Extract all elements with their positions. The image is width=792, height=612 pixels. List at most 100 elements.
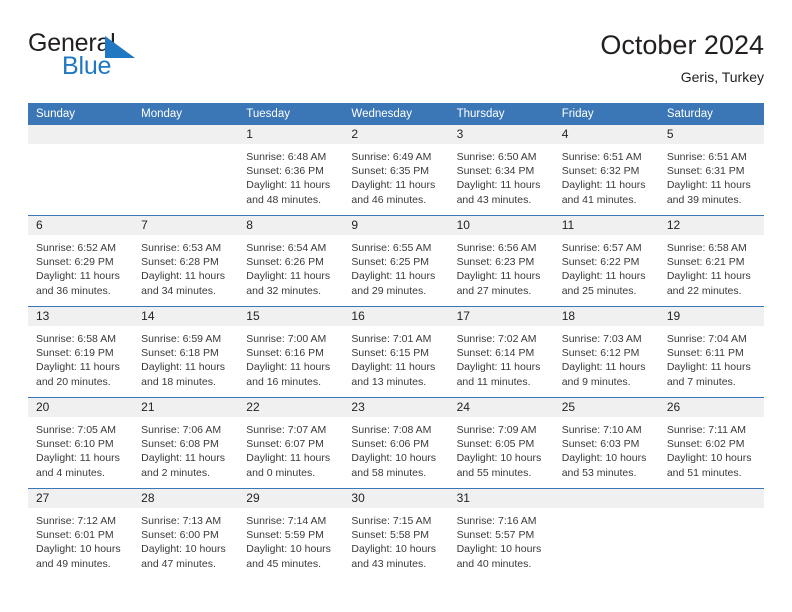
calendar-day-cell[interactable]: 31 Sunrise: 7:16 AM Sunset: 5:57 PM Dayligh…	[448, 489, 554, 581]
day-number: 1	[238, 125, 344, 144]
day-details: Sunrise: 6:51 AM Sunset: 6:31 PM Daylight:…	[659, 144, 764, 207]
calendar-day-cell[interactable]: 28 Sunrise: 7:13 AM Sunset: 6:00 PM Dayligh…	[133, 489, 239, 581]
sunrise-text: Sunrise: 6:51 AM	[666, 151, 747, 163]
sunrise-text: Sunrise: 7:04 AM	[666, 333, 747, 345]
day-details: Sunrise: 7:09 AM Sunset: 6:05 PM Daylight:…	[449, 417, 554, 480]
sunset-text: Sunset: 6:35 PM	[351, 165, 430, 178]
calendar-day-cell[interactable]: 1 Sunrise: 6:48 AM Sunset: 6:36 PM Daylight…	[238, 125, 344, 215]
calendar-week-row: 20 Sunrise: 7:05 AM Sunset: 6:10 PM Dayligh…	[28, 397, 764, 488]
sunset-text: Sunset: 6:21 PM	[666, 256, 745, 269]
day-number: 10	[448, 216, 554, 235]
day-details: Sunrise: 7:04 AM Sunset: 6:11 PM Daylight:…	[659, 326, 764, 389]
daylight-text-line2: and 51 minutes.	[666, 466, 742, 479]
daylight-text-line1: Daylight: 11 hours	[351, 179, 436, 192]
sunrise-text: Sunrise: 7:11 AM	[666, 424, 747, 436]
calendar-day-cell[interactable]: 12 Sunrise: 6:58 AM Sunset: 6:21 PM Dayligh…	[658, 216, 764, 306]
calendar-day-cell[interactable]: 23 Sunrise: 7:08 AM Sunset: 6:06 PM Dayligh…	[343, 398, 449, 488]
calendar-day-cell[interactable]: 3 Sunrise: 6:50 AM Sunset: 6:34 PM Daylight…	[448, 125, 554, 215]
day-number	[553, 489, 659, 508]
sunset-text: Sunset: 6:31 PM	[666, 165, 745, 178]
calendar-day-cell[interactable]: 19 Sunrise: 7:04 AM Sunset: 6:11 PM Dayligh…	[658, 307, 764, 397]
sunrise-text: Sunrise: 7:03 AM	[561, 333, 642, 345]
day-details: Sunrise: 7:06 AM Sunset: 6:08 PM Daylight:…	[133, 417, 238, 480]
sunset-text: Sunset: 5:59 PM	[246, 529, 324, 542]
sunset-text: Sunset: 6:26 PM	[246, 256, 324, 269]
daylight-text-line2: and 4 minutes.	[36, 466, 105, 479]
calendar-day-cell[interactable]: 11 Sunrise: 6:57 AM Sunset: 6:22 PM Dayligh…	[553, 216, 659, 306]
day-number: 27	[28, 489, 134, 508]
day-number: 16	[343, 307, 449, 326]
calendar-day-cell[interactable]: 14 Sunrise: 6:59 AM Sunset: 6:18 PM Dayligh…	[133, 307, 239, 397]
day-number: 6	[28, 216, 134, 235]
calendar-day-cell[interactable]: 16 Sunrise: 7:01 AM Sunset: 6:15 PM Dayligh…	[343, 307, 449, 397]
brand-logo[interactable]: General Blue	[28, 30, 258, 90]
title-block: October 2024 Geris, Turkey	[600, 28, 764, 86]
calendar-day-cell[interactable]: 5 Sunrise: 6:51 AM Sunset: 6:31 PM Daylight…	[658, 125, 764, 215]
calendar-day-cell[interactable]: 27 Sunrise: 7:12 AM Sunset: 6:01 PM Dayligh…	[28, 489, 134, 581]
calendar-day-cell[interactable]: 10 Sunrise: 6:56 AM Sunset: 6:23 PM Dayligh…	[448, 216, 554, 306]
daylight-text-line1: Daylight: 11 hours	[246, 179, 331, 192]
sunset-text: Sunset: 6:18 PM	[141, 347, 219, 360]
calendar-day-cell[interactable]: 22 Sunrise: 7:07 AM Sunset: 6:07 PM Dayligh…	[238, 398, 344, 488]
calendar-day-cell[interactable]: 4 Sunrise: 6:51 AM Sunset: 6:32 PM Daylight…	[553, 125, 659, 215]
calendar-day-cell[interactable]: 18 Sunrise: 7:03 AM Sunset: 6:12 PM Dayligh…	[553, 307, 659, 397]
calendar-day-cell[interactable]: 7 Sunrise: 6:53 AM Sunset: 6:28 PM Daylight…	[133, 216, 239, 306]
sunrise-text: Sunrise: 7:14 AM	[246, 515, 327, 527]
daylight-text-line2: and 25 minutes.	[561, 284, 637, 297]
brand-name-blue: Blue	[62, 52, 112, 80]
sunset-text: Sunset: 6:07 PM	[246, 438, 324, 451]
day-number: 19	[658, 307, 764, 326]
sunrise-text: Sunrise: 7:05 AM	[36, 424, 116, 436]
sunrise-text: Sunrise: 7:06 AM	[141, 424, 222, 436]
daylight-text-line1: Daylight: 11 hours	[666, 179, 751, 192]
daylight-text-line1: Daylight: 10 hours	[456, 543, 542, 556]
calendar-day-cell[interactable]: 6 Sunrise: 6:52 AM Sunset: 6:29 PM Daylight…	[28, 216, 134, 306]
calendar-day-cell[interactable]: 2 Sunrise: 6:49 AM Sunset: 6:35 PM Daylight…	[343, 125, 449, 215]
day-number: 21	[133, 398, 239, 417]
day-details: Sunrise: 6:59 AM Sunset: 6:18 PM Daylight:…	[133, 326, 238, 389]
calendar-day-cell[interactable]: 26 Sunrise: 7:11 AM Sunset: 6:02 PM Dayligh…	[658, 398, 764, 488]
daylight-text-line2: and 48 minutes.	[246, 193, 321, 206]
page-header: General Blue October 2024 Geris, Turkey	[28, 30, 764, 92]
sunset-text: Sunset: 6:15 PM	[351, 347, 430, 360]
day-details: Sunrise: 6:55 AM Sunset: 6:25 PM Daylight:…	[343, 235, 448, 298]
day-details: Sunrise: 6:48 AM Sunset: 6:36 PM Daylight:…	[238, 144, 343, 207]
sunrise-text: Sunrise: 7:07 AM	[246, 424, 327, 436]
daylight-text-line2: and 20 minutes.	[36, 375, 111, 388]
calendar-day-cell[interactable]: 13 Sunrise: 6:58 AM Sunset: 6:19 PM Dayligh…	[28, 307, 134, 397]
sunset-text: Sunset: 6:08 PM	[141, 438, 219, 451]
day-details: Sunrise: 6:53 AM Sunset: 6:28 PM Daylight:…	[133, 235, 238, 298]
day-details: Sunrise: 7:02 AM Sunset: 6:14 PM Daylight:…	[449, 326, 554, 389]
sunset-text: Sunset: 6:16 PM	[246, 347, 324, 360]
weekday-friday: Friday	[561, 108, 594, 120]
day-details: Sunrise: 6:58 AM Sunset: 6:19 PM Daylight:…	[28, 326, 133, 389]
day-number: 30	[343, 489, 449, 508]
day-number	[658, 489, 764, 508]
calendar-day-cell[interactable]: 29 Sunrise: 7:14 AM Sunset: 5:59 PM Dayligh…	[238, 489, 344, 581]
calendar-day-cell[interactable]: 24 Sunrise: 7:09 AM Sunset: 6:05 PM Dayligh…	[448, 398, 554, 488]
calendar-day-cell[interactable]: 20 Sunrise: 7:05 AM Sunset: 6:10 PM Dayligh…	[28, 398, 134, 488]
calendar-day-cell[interactable]: 21 Sunrise: 7:06 AM Sunset: 6:08 PM Dayligh…	[133, 398, 239, 488]
calendar-day-cell[interactable]: 8 Sunrise: 6:54 AM Sunset: 6:26 PM Daylight…	[238, 216, 344, 306]
sunset-text: Sunset: 5:57 PM	[456, 529, 535, 542]
calendar-day-cell[interactable]: 9 Sunrise: 6:55 AM Sunset: 6:25 PM Daylight…	[343, 216, 449, 306]
sunset-text: Sunset: 6:01 PM	[36, 529, 114, 542]
page-subtitle: Geris, Turkey	[680, 69, 764, 85]
sunset-text: Sunset: 6:05 PM	[456, 438, 535, 451]
daylight-text-line2: and 2 minutes.	[141, 466, 211, 479]
day-details: Sunrise: 6:54 AM Sunset: 6:26 PM Daylight:…	[238, 235, 343, 298]
sunset-text: Sunset: 6:32 PM	[561, 165, 640, 178]
calendar-day-cell[interactable]: 30 Sunrise: 7:15 AM Sunset: 5:58 PM Dayligh…	[343, 489, 449, 581]
sunrise-text: Sunrise: 7:01 AM	[351, 333, 432, 345]
calendar-day-cell[interactable]: 17 Sunrise: 7:02 AM Sunset: 6:14 PM Dayligh…	[448, 307, 554, 397]
calendar-day-cell[interactable]: 15 Sunrise: 7:00 AM Sunset: 6:16 PM Dayligh…	[238, 307, 344, 397]
day-number: 5	[658, 125, 764, 144]
calendar-week-row: 1 Sunrise: 6:48 AM Sunset: 6:36 PM Daylight…	[28, 125, 764, 215]
daylight-text-line1: Daylight: 11 hours	[456, 270, 541, 283]
calendar-day-cell-empty	[553, 489, 659, 581]
sunrise-text: Sunrise: 7:10 AM	[561, 424, 642, 436]
weekday-wednesday: Wednesday	[351, 108, 412, 120]
calendar-day-cell[interactable]: 25 Sunrise: 7:10 AM Sunset: 6:03 PM Dayligh…	[553, 398, 659, 488]
day-number: 18	[553, 307, 659, 326]
calendar-day-cell-empty	[28, 125, 134, 215]
